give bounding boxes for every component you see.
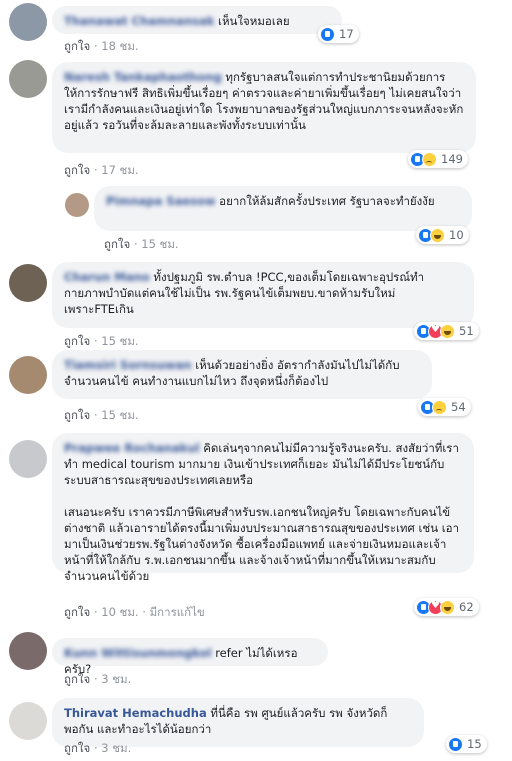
timestamp[interactable]: 3 ชม. [101, 672, 131, 686]
reactions-badge[interactable]: 54 [418, 398, 471, 416]
avatar[interactable] [9, 3, 47, 41]
comment-text: อยากให้ล้มสักครั้งประเทศ รัฐบาลจะทำยังงั… [219, 194, 435, 208]
comment-text: คิดเล่นๆจากคนไม่มีความรู้จริงนะครับ. สงส… [64, 441, 460, 583]
separator: · [93, 605, 98, 619]
sad-reaction-icon [422, 151, 437, 167]
comment-bubble: Thanawat Chamnansak เห็นใจหมอเลย [52, 6, 342, 34]
timestamp[interactable]: 18 ชม. [101, 39, 138, 53]
comment-bubble: Kunn Wittisunmongkol refer ไม่ได้เหรอครั… [52, 638, 328, 676]
avatar[interactable] [65, 193, 89, 217]
reaction-count: 51 [459, 324, 474, 338]
commenter-name[interactable]: Thanawat Chamnansak [64, 14, 214, 28]
reaction-count: 62 [459, 600, 474, 614]
like-link[interactable]: ถูกใจ [64, 163, 90, 177]
commenter-name[interactable]: Tiamsiri Sornsuwan [64, 358, 192, 372]
haha-reaction-icon [440, 599, 455, 615]
separator: · [142, 605, 146, 619]
separator: · [93, 741, 98, 755]
reaction-count: 54 [451, 400, 466, 414]
reactions-badge[interactable]: 15 [446, 735, 487, 753]
comment-text: เห็นใจหมอเลย [218, 14, 290, 28]
reaction-count: 10 [449, 228, 464, 242]
avatar[interactable] [9, 60, 47, 98]
reactions-badge[interactable]: 62 [414, 598, 479, 616]
timestamp[interactable]: 15 ชม. [141, 237, 178, 251]
like-link[interactable]: ถูกใจ [64, 672, 90, 686]
comment-bubble: Charun Mano ทั้งปฐมภูมิ รพ.ตำบล !PCC,ของ… [52, 262, 474, 328]
like-link[interactable]: ถูกใจ [64, 741, 90, 755]
comment-bubble: Pimnapa Saesow อยากให้ล้มสักครั้งประเทศ … [94, 186, 472, 231]
reaction-count: 15 [467, 737, 482, 751]
reactions-badge[interactable]: 17 [318, 25, 359, 43]
commenter-name[interactable]: Charun Mano [64, 270, 150, 284]
separator: · [93, 408, 98, 422]
comment-actions: ถูกใจ · 15 ชม. [64, 407, 139, 423]
comment-bubble: Naresh Tankaphaothong ทุกรัฐบาลสนใจแต่กา… [52, 62, 476, 153]
comment-actions: ถูกใจ · 10 ชม. · มีการแก้ไข [64, 604, 205, 620]
comment-actions: ถูกใจ · 15 ชม. [64, 333, 139, 349]
comment-bubble: Tiamsiri Sornsuwan เห็นด้วยอย่างยิ่ง อัต… [52, 350, 432, 399]
like-link[interactable]: ถูกใจ [64, 408, 90, 422]
avatar[interactable] [9, 440, 47, 478]
avatar[interactable] [9, 264, 47, 302]
like-reaction-icon [320, 26, 335, 42]
avatar[interactable] [9, 632, 47, 670]
separator: · [93, 334, 98, 348]
like-link[interactable]: ถูกใจ [64, 334, 90, 348]
like-link[interactable]: ถูกใจ [104, 237, 130, 251]
timestamp[interactable]: 15 ชม. [101, 408, 138, 422]
comment-actions: ถูกใจ · 3 ชม. [64, 671, 131, 687]
separator: · [93, 163, 98, 177]
timestamp[interactable]: 17 ชม. [101, 163, 138, 177]
reactions-badge[interactable]: 149 [408, 150, 468, 168]
separator: · [133, 237, 138, 251]
commenter-name[interactable]: Naresh Tankaphaothong [64, 70, 222, 84]
separator: · [93, 39, 98, 53]
timestamp[interactable]: 3 ชม. [101, 741, 131, 755]
comment-actions: ถูกใจ · 18 ชม. [64, 38, 139, 54]
comment-actions: ถูกใจ · 17 ชม. [64, 162, 139, 178]
reaction-count: 149 [441, 152, 463, 166]
reactions-badge[interactable]: 10 [416, 226, 469, 244]
separator: · [93, 672, 98, 686]
like-reaction-icon [448, 736, 463, 752]
like-link[interactable]: ถูกใจ [64, 39, 90, 53]
comment-actions: ถูกใจ · 3 ชม. [64, 740, 131, 756]
reaction-count: 17 [339, 27, 354, 41]
avatar[interactable] [9, 356, 47, 394]
edited-label[interactable]: มีการแก้ไข [150, 605, 205, 619]
commenter-name[interactable]: Prapwee Rochanakul [64, 441, 200, 455]
avatar[interactable] [9, 702, 47, 740]
like-link[interactable]: ถูกใจ [64, 605, 90, 619]
reactions-badge[interactable]: 51 [414, 322, 479, 340]
commenter-name[interactable]: Thiravat Hemachudha [64, 706, 207, 720]
timestamp[interactable]: 15 ชม. [101, 334, 138, 348]
sad-reaction-icon [432, 399, 447, 415]
haha-reaction-icon [440, 323, 455, 339]
haha-reaction-icon [430, 227, 445, 243]
commenter-name[interactable]: Kunn Wittisunmongkol [64, 646, 212, 660]
timestamp[interactable]: 10 ชม. [101, 605, 138, 619]
comment-actions: ถูกใจ · 15 ชม. [104, 236, 179, 252]
comment-bubble: Prapwee Rochanakul คิดเล่นๆจากคนไม่มีควา… [52, 433, 474, 583]
commenter-name[interactable]: Pimnapa Saesow [106, 194, 216, 208]
